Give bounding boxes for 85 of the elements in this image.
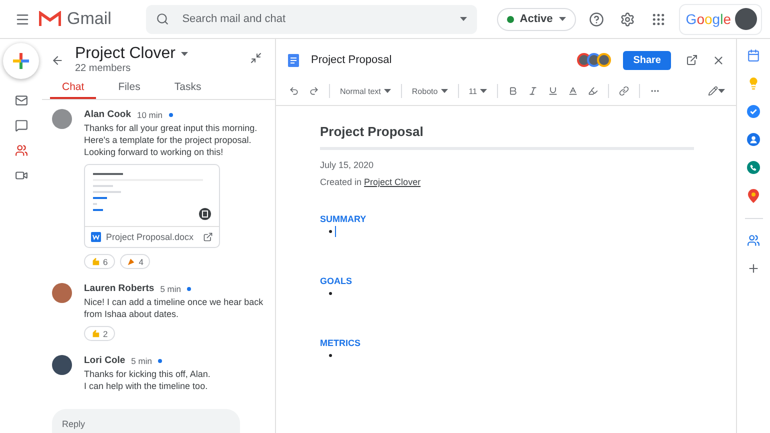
message-time: 10 min xyxy=(136,110,162,120)
message-time: 5 min xyxy=(131,356,152,366)
reply-field[interactable]: Reply xyxy=(52,409,240,433)
account-button[interactable]: Google xyxy=(678,4,762,34)
close-icon xyxy=(712,54,725,66)
share-button[interactable]: Share xyxy=(623,50,671,70)
file-name: Project Proposal.docx xyxy=(106,232,195,242)
avatar xyxy=(735,8,757,30)
checkmark-icon xyxy=(747,105,760,118)
people-icon xyxy=(14,144,28,157)
compose-button[interactable] xyxy=(3,43,39,79)
people-icon xyxy=(747,234,760,247)
avatar xyxy=(52,355,72,375)
attachment-card[interactable]: Project Proposal.docx xyxy=(84,164,220,248)
minimize-icon xyxy=(250,52,262,64)
help-icon xyxy=(588,12,604,26)
menu-icon xyxy=(15,12,30,26)
undo-icon xyxy=(289,86,299,96)
underline-icon xyxy=(548,86,558,96)
map-pin-icon xyxy=(748,189,759,203)
reaction-chip[interactable]: 6 xyxy=(84,254,115,269)
brand-name: Google xyxy=(686,11,731,27)
collaborator-avatar xyxy=(597,53,612,67)
open-external-icon xyxy=(686,54,698,66)
add-icon xyxy=(747,262,760,275)
style-dropdown[interactable]: Normal text xyxy=(337,84,394,98)
caret-icon xyxy=(384,89,391,93)
document-date: July 15, 2020 xyxy=(320,159,375,172)
open-external-icon xyxy=(203,232,213,242)
caret-icon xyxy=(440,89,448,93)
document-icon xyxy=(288,54,299,66)
mail-logo-icon xyxy=(39,11,61,27)
tab[interactable]: Chat xyxy=(50,78,96,99)
lightbulb-icon xyxy=(747,77,760,90)
calendar-icon xyxy=(747,49,760,62)
caret-icon xyxy=(181,52,188,56)
app-name: Gmail xyxy=(67,9,112,29)
message-text: Nice! I can add a timeline once we hear back from Ishaa about dates. xyxy=(84,296,264,320)
italic-icon xyxy=(528,86,538,96)
reaction-chip[interactable]: 4 xyxy=(120,254,150,269)
plus-icon xyxy=(12,52,30,70)
caret-icon xyxy=(460,17,467,21)
caret-icon xyxy=(558,17,566,21)
pencil-icon xyxy=(708,86,718,96)
caret-icon xyxy=(480,89,488,93)
redo-icon xyxy=(309,86,319,96)
grid-icon xyxy=(650,12,666,26)
bold-icon xyxy=(508,86,518,96)
video-icon xyxy=(14,169,28,182)
tab[interactable]: Tasks xyxy=(162,78,214,99)
search-field[interactable]: Search mail and chat xyxy=(146,4,477,34)
message-time: 5 min xyxy=(160,284,182,294)
settings-icon xyxy=(620,12,635,26)
room-title: Project Clover xyxy=(75,45,176,63)
tab[interactable]: Files xyxy=(106,78,152,99)
reaction-chip[interactable]: 2 xyxy=(84,326,115,341)
document-heading: Project Proposal xyxy=(320,124,424,139)
avatar xyxy=(52,109,72,129)
section-heading: SUMMARY xyxy=(320,214,368,224)
search-icon xyxy=(156,12,170,26)
status-button[interactable]: Active xyxy=(496,8,576,30)
message-text: Thanks for kicking this off, Alan. I can help with the timeline too. xyxy=(84,368,210,392)
section-heading: METRICS xyxy=(320,338,362,348)
document-title: Project Proposal xyxy=(311,54,393,66)
back-arrow-icon xyxy=(51,54,64,67)
highlighter-icon xyxy=(588,86,598,96)
link-icon xyxy=(619,86,630,96)
room-link[interactable]: Project Clover xyxy=(364,177,421,187)
avatar xyxy=(52,283,72,303)
section-heading: GOALS xyxy=(320,276,354,286)
mail-icon xyxy=(14,94,28,107)
contact-icon xyxy=(747,133,760,146)
chat-icon xyxy=(14,119,28,132)
phone-icon xyxy=(747,161,760,174)
message-text: Thanks for all your great input this morning. Here's a template for the project proposal. Looking forward to working on this! xyxy=(84,122,258,158)
caret-icon xyxy=(718,89,725,93)
author-name: Lori Cole xyxy=(84,355,126,366)
font-dropdown[interactable]: Roboto xyxy=(408,84,451,98)
author-name: Lauren Roberts xyxy=(84,283,154,294)
font-size-dropdown[interactable]: 11 xyxy=(466,84,490,98)
member-count: 22 members xyxy=(75,63,132,74)
author-name: Alan Cook xyxy=(84,109,131,120)
created-in-label: Created in xyxy=(320,177,363,187)
word-file-icon xyxy=(91,232,101,242)
text-color-icon xyxy=(568,86,578,96)
